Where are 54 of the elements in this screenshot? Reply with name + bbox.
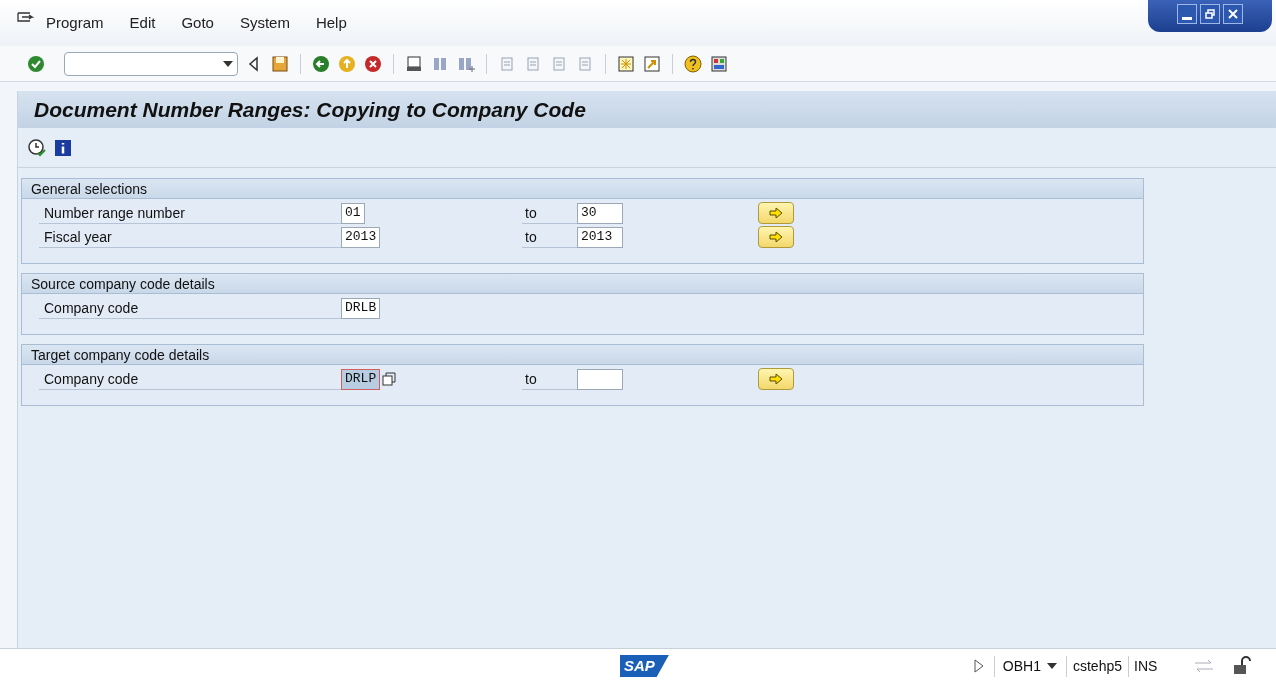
multiple-selection-button[interactable]	[758, 368, 794, 390]
menu-item[interactable]: Help	[315, 11, 347, 35]
back-icon[interactable]	[311, 53, 331, 74]
group-title: Source company code details	[22, 274, 1143, 294]
checkmark-icon[interactable]	[26, 53, 46, 74]
padlock-icon[interactable]	[1232, 656, 1253, 676]
input-field[interactable]: DRLB	[341, 297, 381, 319]
menu-item[interactable]: System	[239, 11, 290, 35]
input-field[interactable]: 2013	[577, 226, 623, 248]
dropdown-icon[interactable]	[223, 60, 233, 67]
expand-icon[interactable]	[973, 659, 984, 673]
arrow-right-icon	[768, 206, 784, 220]
command-field[interactable]	[64, 51, 238, 76]
print-icon[interactable]	[404, 53, 424, 74]
input-mode: INS	[1128, 655, 1158, 677]
restore-icon	[1204, 8, 1216, 20]
clock-check-icon[interactable]	[27, 137, 47, 158]
group-title: General selections	[22, 179, 1143, 199]
arrow-right-icon	[768, 230, 784, 244]
menu-item[interactable]: Program	[46, 11, 104, 35]
shortcut-icon[interactable]	[642, 53, 662, 74]
save-icon[interactable]	[270, 53, 290, 74]
menu-item[interactable]: Goto	[181, 11, 214, 35]
field-label: Number range number	[39, 202, 341, 224]
field-label: Company code	[39, 297, 341, 319]
copy-icon[interactable]	[381, 371, 398, 387]
sap-logo: SAP	[620, 655, 669, 677]
new-window-icon[interactable]	[616, 53, 636, 74]
group-title: Target company code details	[22, 345, 1143, 365]
dropdown-icon[interactable]	[1046, 663, 1057, 669]
transaction-code[interactable]: OBH1	[993, 655, 1041, 677]
input-field[interactable]	[577, 368, 623, 390]
input-field[interactable]: 30	[577, 202, 623, 224]
page-title: Document Number Ranges: Copying to Company Code	[34, 96, 586, 123]
field-label: Company code	[39, 368, 341, 390]
server-name: cstehp5	[1065, 655, 1122, 677]
help-icon[interactable]	[683, 53, 703, 74]
cancel-icon[interactable]	[363, 53, 383, 74]
arrow-right-icon	[768, 372, 784, 386]
multiple-selection-button[interactable]	[758, 226, 794, 248]
connection-icon	[1193, 659, 1216, 673]
input-field[interactable]: 2013	[341, 226, 381, 248]
menu-item[interactable]: Edit	[129, 11, 156, 35]
minimize-icon	[1181, 16, 1193, 20]
minimize-button[interactable]	[1177, 4, 1197, 24]
field-label: Fiscal year	[39, 226, 341, 248]
restore-button[interactable]	[1200, 4, 1220, 24]
multiple-selection-button[interactable]	[758, 202, 794, 224]
input-field[interactable]: DRLP	[341, 368, 381, 390]
close-icon	[1227, 8, 1239, 20]
info-icon[interactable]	[53, 137, 73, 158]
close-button[interactable]	[1223, 4, 1243, 24]
input-field[interactable]: 01	[341, 202, 365, 224]
layout-icon[interactable]	[709, 53, 729, 74]
